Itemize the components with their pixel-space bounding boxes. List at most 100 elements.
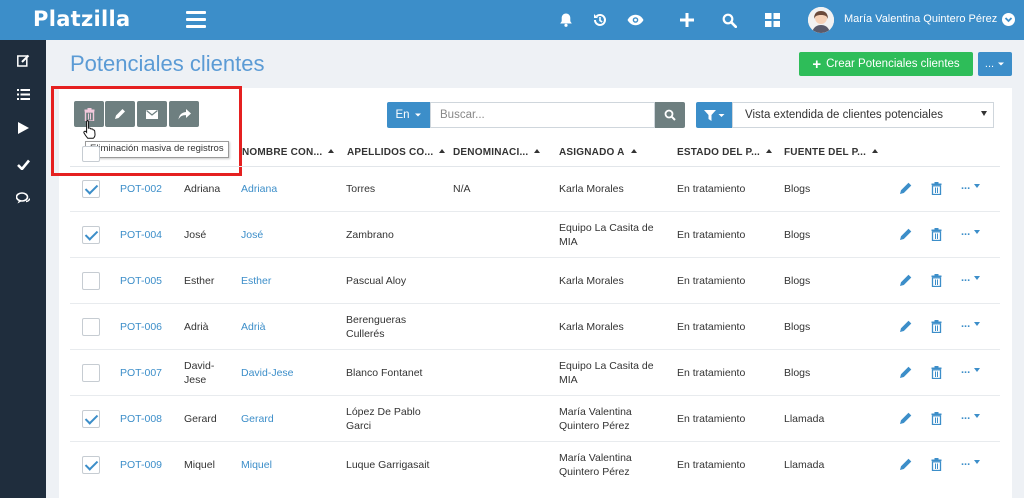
play-icon[interactable] [0, 110, 46, 146]
header-label: FUENTE DEL P... [784, 147, 867, 158]
pencil-icon[interactable] [898, 457, 912, 471]
app-logo[interactable]: Platzilla [33, 7, 131, 31]
row-checkbox[interactable] [82, 410, 100, 428]
sort-up-icon [328, 149, 335, 153]
trash-icon[interactable] [929, 457, 943, 471]
pencil-icon[interactable] [898, 181, 912, 195]
lead-id-link[interactable]: POT-004 [120, 228, 162, 242]
contact-name-link[interactable]: Gerard [241, 412, 274, 426]
history-icon[interactable] [589, 9, 611, 31]
trash-icon[interactable] [929, 273, 943, 287]
trash-icon[interactable] [929, 411, 943, 425]
hamburger-menu-icon[interactable] [186, 11, 206, 29]
table-row: POT-005 Esther Esther Pascual Aloy Karla… [70, 258, 1000, 304]
search-scope-dropdown[interactable]: En [387, 102, 430, 128]
row-more-button[interactable]: ... [961, 180, 981, 192]
surname: Blanco Fontanet [346, 367, 423, 379]
sidebar [0, 40, 46, 498]
surname: Pascual Aloy [346, 275, 407, 287]
row-more-button[interactable]: ... [961, 272, 981, 284]
row-more-button[interactable]: ... [961, 226, 981, 238]
row-more-button[interactable]: ... [961, 364, 981, 376]
assigned-to: María Valentina Quintero Pérez [559, 452, 632, 479]
header-nombre-contacto[interactable]: NOMBRE CON... [242, 147, 335, 158]
header-label: APELLIDOS CO... [347, 147, 434, 158]
page-more-button[interactable]: ... [978, 52, 1012, 76]
contact-name-link[interactable]: Adrià [241, 320, 266, 334]
avatar[interactable] [808, 7, 834, 33]
lead-id-link[interactable]: POT-007 [120, 366, 162, 380]
edit-icon[interactable] [0, 42, 46, 78]
contact-name-link[interactable]: David-Jese [241, 366, 294, 380]
row-checkbox[interactable] [82, 456, 100, 474]
chevron-down-icon [974, 368, 981, 372]
header-fuente[interactable]: FUENTE DEL P... [784, 147, 879, 158]
lead-id-link[interactable]: POT-006 [120, 320, 162, 334]
assigned-to: Karla Morales [559, 183, 624, 195]
header-apellidos[interactable]: APELLIDOS CO... [347, 147, 446, 158]
row-checkbox[interactable] [82, 226, 100, 244]
row-checkbox[interactable] [82, 364, 100, 382]
lead-source: Llamada [784, 413, 825, 425]
row-more-label: ... [961, 226, 971, 238]
grid-icon[interactable] [761, 9, 783, 31]
lead-id-link[interactable]: POT-008 [120, 412, 162, 426]
surname: Torres [346, 183, 376, 195]
trash-icon[interactable] [929, 319, 943, 333]
user-name[interactable]: María Valentina Quintero Pérez [844, 13, 997, 25]
top-bar: Platzilla María Valentina Quintero Pérez [0, 0, 1024, 40]
lead-id-link[interactable]: POT-005 [120, 274, 162, 288]
trash-icon[interactable] [929, 181, 943, 195]
trash-icon[interactable] [929, 227, 943, 241]
chevron-down-icon [974, 414, 981, 418]
filter-button[interactable] [696, 102, 732, 128]
pencil-icon[interactable] [898, 273, 912, 287]
header-denominacion[interactable]: DENOMINACI... [453, 147, 541, 158]
row-more-button[interactable]: ... [961, 456, 981, 468]
table-row: POT-007 David-Jese David-Jese Blanco Fon… [70, 350, 1000, 396]
plus-icon[interactable] [676, 9, 698, 31]
view-select[interactable]: Vista extendida de clientes potenciales [732, 102, 994, 128]
search-button[interactable] [655, 102, 685, 128]
search-input[interactable] [430, 102, 655, 128]
sort-up-icon [534, 149, 541, 153]
pencil-icon[interactable] [898, 411, 912, 425]
search-icon[interactable] [718, 9, 740, 31]
highlight-annotation [51, 86, 242, 176]
page-title: Potenciales clientes [70, 51, 265, 76]
chevron-down-icon [974, 184, 981, 188]
row-more-label: ... [961, 318, 971, 330]
row-more-button[interactable]: ... [961, 318, 981, 330]
contact-name-link[interactable]: Miquel [241, 458, 272, 472]
pencil-icon[interactable] [898, 365, 912, 379]
list-icon[interactable] [0, 76, 46, 112]
sort-up-icon [439, 149, 446, 153]
create-lead-button[interactable]: + Crear Potenciales clientes [799, 52, 973, 76]
chat-icon[interactable] [0, 180, 46, 216]
lead-id-link[interactable]: POT-009 [120, 458, 162, 472]
select-all-checkbox[interactable] [82, 146, 100, 162]
check-icon[interactable] [0, 146, 46, 182]
header-label: ASIGNADO A [559, 147, 625, 158]
bell-icon[interactable] [555, 9, 577, 31]
sort-up-icon [766, 149, 773, 153]
contact-name-link[interactable]: José [241, 228, 263, 242]
pencil-icon[interactable] [898, 227, 912, 241]
pencil-icon[interactable] [898, 319, 912, 333]
row-checkbox[interactable] [82, 272, 100, 290]
trash-icon[interactable] [929, 365, 943, 379]
lead-status: En tratamiento [677, 183, 746, 195]
header-asignado[interactable]: ASIGNADO A [559, 147, 637, 158]
lead-id-link[interactable]: POT-002 [120, 182, 162, 196]
row-more-label: ... [961, 410, 971, 422]
header-estado[interactable]: ESTADO DEL P... [677, 147, 773, 158]
row-more-button[interactable]: ... [961, 410, 981, 422]
row-checkbox[interactable] [82, 180, 100, 198]
row-checkbox[interactable] [82, 318, 100, 336]
assigned-to: Equipo La Casita de MIA [559, 222, 654, 249]
chevron-down-icon[interactable] [1002, 13, 1015, 26]
contact-name-link[interactable]: Esther [241, 274, 271, 288]
eye-icon[interactable] [624, 9, 646, 31]
header-label: DENOMINACI... [453, 147, 529, 158]
contact-name-link[interactable]: Adriana [241, 182, 277, 196]
